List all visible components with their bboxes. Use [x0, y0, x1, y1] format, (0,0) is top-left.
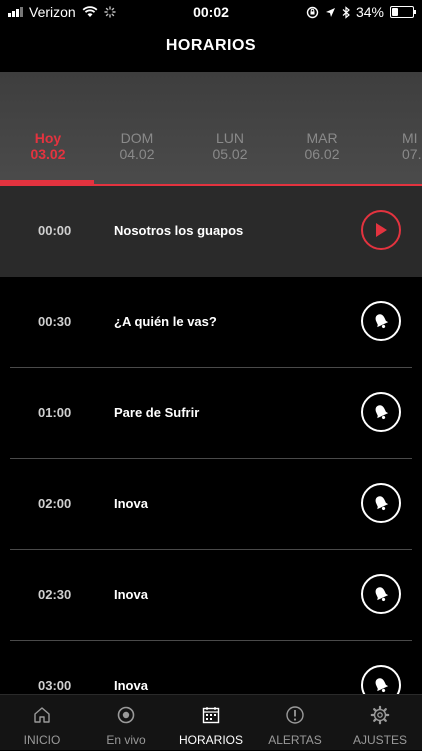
reminder-button[interactable]: [361, 574, 401, 614]
bottom-tab-bar: INICIO En vivo HORARIOS ALERTAS AJUSTES: [0, 694, 422, 750]
date-tab-day: DOM: [120, 130, 154, 146]
program-name: Inova: [114, 678, 148, 693]
schedule-row[interactable]: 03:00 Inova: [0, 641, 422, 694]
tab-en-vivo[interactable]: En vivo: [84, 695, 168, 751]
date-tab-today[interactable]: Hoy 03.02: [2, 130, 94, 162]
date-tab-day: MI: [402, 130, 418, 146]
location-icon: [325, 7, 335, 17]
date-tab-mon[interactable]: LUN 05.02: [184, 130, 276, 162]
battery-icon: [390, 6, 416, 18]
date-tab-day: LUN: [215, 130, 244, 146]
program-time: 02:00: [38, 496, 72, 511]
status-bar: Verizon 00:02 34%: [0, 0, 422, 24]
program-time: 00:30: [38, 314, 72, 329]
gear-icon: [370, 705, 390, 725]
program-time: 02:30: [38, 587, 72, 602]
tab-label: ALERTAS: [268, 733, 322, 747]
date-tab-date: 03.02: [30, 146, 66, 162]
home-icon: [34, 707, 50, 723]
date-tab-day: Hoy: [34, 130, 62, 146]
program-name: Nosotros los guapos: [114, 223, 244, 238]
bell-icon: [375, 496, 389, 511]
battery-percent: 34%: [355, 4, 384, 20]
tab-ajustes[interactable]: AJUSTES: [338, 695, 422, 751]
play-button[interactable]: [361, 210, 401, 250]
program-name: ¿A quién le vas?: [114, 314, 217, 329]
program-time: 00:00: [38, 223, 72, 238]
reminder-button[interactable]: [361, 665, 401, 694]
schedule-row[interactable]: 01:00 Pare de Sufrir: [0, 368, 422, 459]
bell-icon: [375, 314, 389, 329]
tab-inicio[interactable]: INICIO: [0, 695, 84, 751]
tab-label: AJUSTES: [352, 733, 407, 747]
program-time: 03:00: [38, 678, 72, 693]
date-tab-date: 04.02: [119, 146, 155, 162]
tab-horarios[interactable]: HORARIOS: [169, 695, 253, 751]
date-tab-date: 05.02: [212, 146, 248, 162]
tab-label: HORARIOS: [178, 733, 243, 747]
battery-fill: [392, 8, 398, 16]
page-title: HORARIOS: [165, 37, 257, 54]
schedule-row[interactable]: 02:30 Inova: [0, 550, 422, 641]
date-tab-day: MAR: [306, 130, 338, 146]
program-name: Inova: [114, 496, 148, 511]
alert-icon: [286, 706, 304, 724]
date-tab-date: 06.02: [304, 146, 340, 162]
live-icon: [117, 706, 135, 724]
date-tabs: Hoy 03.02 DOM 04.02 LUN 05.02 MAR 06.02 …: [0, 72, 422, 186]
schedule-row[interactable]: 00:00 Nosotros los guapos: [0, 186, 422, 277]
schedule-row[interactable]: 00:30 ¿A quién le vas?: [0, 277, 422, 368]
reminder-button[interactable]: [361, 301, 401, 341]
status-right: 34%: [306, 4, 416, 20]
reminder-button[interactable]: [361, 483, 401, 523]
bell-icon: [375, 678, 389, 693]
bell-icon: [375, 587, 389, 602]
program-time: 01:00: [38, 405, 72, 420]
tab-label: INICIO: [23, 733, 61, 747]
schedule-list: 00:00 Nosotros los guapos 00:30 ¿A quién…: [0, 186, 422, 694]
schedule-icon: [202, 707, 220, 724]
date-tab-wed[interactable]: MI 07.0: [370, 130, 422, 162]
date-tab-date: 07.0: [402, 146, 422, 162]
reminder-button[interactable]: [361, 392, 401, 432]
play-icon: [376, 223, 387, 237]
program-name: Pare de Sufrir: [114, 405, 200, 420]
tab-label: En vivo: [106, 733, 146, 747]
tab-alertas[interactable]: ALERTAS: [253, 695, 337, 751]
bluetooth-icon: [342, 5, 350, 19]
program-name: Inova: [114, 587, 148, 602]
date-tab-tue[interactable]: MAR 06.02: [276, 130, 368, 162]
rotation-lock-icon: [306, 6, 319, 18]
date-tab-sun[interactable]: DOM 04.02: [91, 130, 183, 162]
bell-icon: [375, 405, 389, 420]
schedule-row[interactable]: 02:00 Inova: [0, 459, 422, 550]
